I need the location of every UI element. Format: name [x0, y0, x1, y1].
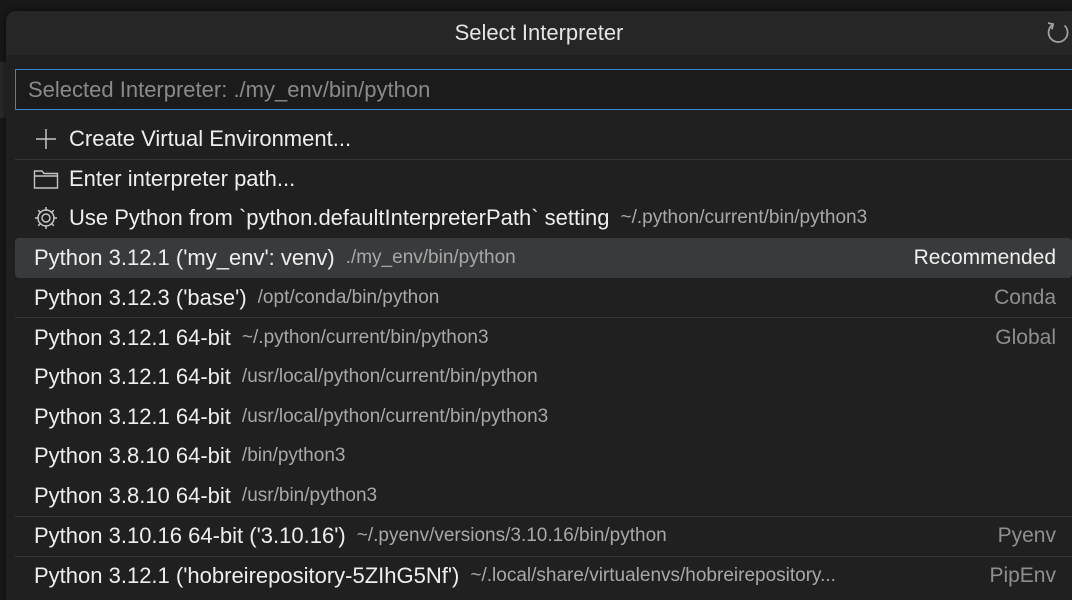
interpreter-item[interactable]: Python 3.12.1 64-bit ~/.python/current/b… — [15, 317, 1072, 357]
default-interpreter-setting-label: Use Python from `python.defaultInterpret… — [69, 205, 610, 231]
interpreter-item[interactable]: Python 3.12.1 ('hobreirepository-5ZIhG5N… — [15, 555, 1072, 596]
interpreter-path: /usr/bin/python3 — [241, 485, 378, 507]
folder-icon — [33, 166, 59, 192]
gear-icon — [33, 205, 59, 231]
default-interpreter-setting-item[interactable]: Use Python from `python.defaultInterpret… — [15, 198, 1072, 238]
default-interpreter-setting-path: ~/.python/current/bin/python3 — [620, 207, 868, 229]
interpreter-item[interactable]: Python 3.12.1 64-bit /usr/local/python/c… — [15, 357, 1072, 397]
interpreter-path: ~/.local/share/virtualenvs/hobreireposit… — [470, 564, 836, 586]
interpreter-path: ~/.pyenv/versions/3.10.16/bin/python — [356, 525, 667, 547]
interpreter-label: Python 3.12.3 ('base') — [34, 284, 247, 310]
interpreter-label: Python 3.10.16 64-bit ('3.10.16') — [34, 523, 346, 549]
create-venv-label: Create Virtual Environment... — [69, 125, 352, 151]
interpreter-label: Python 3.12.1 64-bit — [34, 363, 231, 389]
interpreter-label: Python 3.12.1 ('my_env': venv) — [34, 244, 335, 270]
interpreter-category: Pyenv — [997, 524, 1056, 548]
interpreter-label: Python 3.8.10 64-bit — [34, 443, 231, 469]
interpreter-badge: Recommended — [913, 245, 1056, 269]
interpreter-search-input[interactable] — [16, 70, 1072, 109]
interpreter-label: Python 3.8.10 64-bit — [34, 483, 231, 509]
interpreter-category: Global — [995, 325, 1056, 349]
interpreter-item[interactable]: Python 3.12.1 ('my_env': venv) ./my_env/… — [15, 238, 1072, 278]
create-venv-item[interactable]: Create Virtual Environment... — [15, 119, 1072, 159]
interpreter-path: /usr/local/python/current/bin/python3 — [241, 405, 549, 427]
interpreter-path: /usr/local/python/current/bin/python — [241, 365, 538, 387]
interpreter-search-box[interactable] — [15, 69, 1072, 110]
interpreter-label: Python 3.12.1 64-bit — [34, 324, 231, 350]
plus-icon — [33, 126, 59, 152]
interpreter-list: Create Virtual Environment... Enter inte… — [15, 119, 1072, 595]
title-bar: Select Interpreter — [6, 11, 1072, 55]
interpreter-item[interactable]: Python 3.10.16 64-bit ('3.10.16') ~/.pye… — [15, 515, 1072, 556]
interpreter-path: /bin/python3 — [241, 445, 346, 467]
quick-pick-panel: Select Interpreter Create Virtual Enviro… — [6, 11, 1072, 600]
interpreter-category: Conda — [994, 285, 1056, 309]
palette-title: Select Interpreter — [454, 20, 624, 45]
interpreter-category: PipEnv — [989, 563, 1056, 587]
refresh-icon[interactable] — [1044, 20, 1072, 46]
interpreter-path: ./my_env/bin/python — [345, 246, 516, 268]
interpreter-item[interactable]: Python 3.12.1 64-bit /usr/local/python/c… — [15, 397, 1072, 437]
interpreter-label: Python 3.12.1 64-bit — [34, 403, 231, 429]
interpreter-path: /opt/conda/bin/python — [257, 286, 440, 308]
interpreter-path: ~/.python/current/bin/python3 — [241, 326, 489, 348]
interpreter-item[interactable]: Python 3.12.3 ('base') /opt/conda/bin/py… — [15, 278, 1072, 318]
enter-path-item[interactable]: Enter interpreter path... — [15, 158, 1072, 199]
enter-path-label: Enter interpreter path... — [69, 166, 296, 192]
interpreter-item[interactable]: Python 3.8.10 64-bit /bin/python3 — [15, 437, 1072, 477]
interpreter-item[interactable]: Python 3.8.10 64-bit /usr/bin/python3 — [15, 476, 1072, 516]
interpreter-label: Python 3.12.1 ('hobreirepository-5ZIhG5N… — [34, 562, 460, 588]
